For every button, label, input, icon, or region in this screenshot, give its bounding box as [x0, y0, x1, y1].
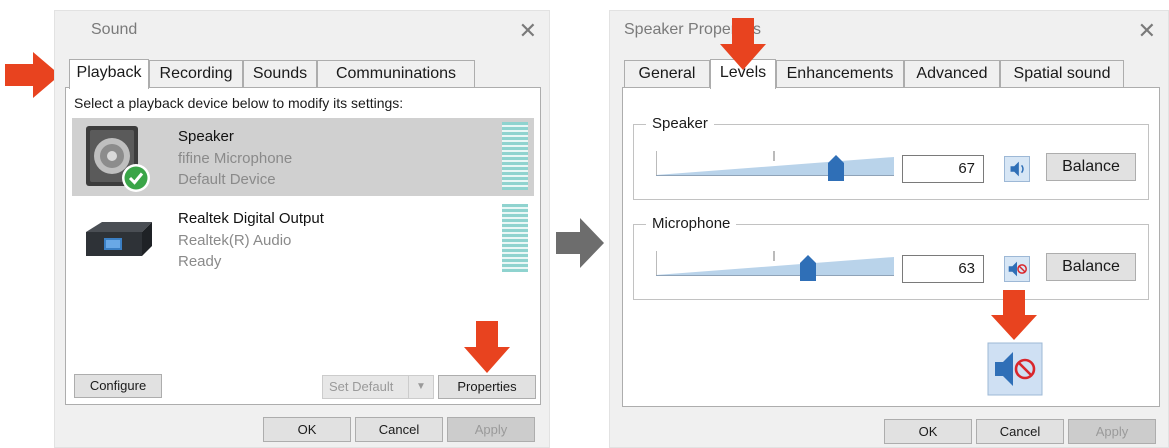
group-label: Speaker [646, 115, 714, 132]
apply-button[interactable]: Apply [447, 417, 535, 442]
device-status: Ready [178, 253, 222, 270]
device-row-digital-output[interactable]: Realtek Digital Output Realtek(R) Audio … [72, 200, 534, 278]
slider-thumb [800, 255, 816, 281]
red-arrow-icon [720, 18, 766, 70]
device-name: Realtek Digital Output [178, 210, 324, 227]
sound-dialog: Sound ✕ Playback Recording Sounds Commun… [54, 10, 550, 448]
device-line1: Realtek(R) Audio [178, 232, 292, 249]
red-arrow-icon [5, 52, 60, 98]
microphone-volume-slider[interactable] [656, 251, 894, 281]
close-icon[interactable]: ✕ [1138, 18, 1156, 44]
properties-button[interactable]: Properties [438, 375, 536, 399]
check-icon [122, 164, 150, 192]
cancel-button[interactable]: Cancel [976, 419, 1064, 444]
device-status: Default Device [178, 171, 276, 188]
microphone-balance-button[interactable]: Balance [1046, 253, 1136, 281]
microphone-level-group: Microphone 63 Balance [633, 215, 1149, 300]
apply-button[interactable]: Apply [1068, 419, 1156, 444]
chevron-down-icon[interactable]: ▼ [408, 376, 433, 398]
device-name: Speaker [178, 128, 234, 145]
tab-sounds[interactable]: Sounds [243, 60, 317, 87]
tab-spatial-sound[interactable]: Spatial sound [1000, 60, 1124, 87]
group-label: Microphone [646, 215, 737, 232]
tab-general[interactable]: General [624, 60, 710, 87]
slider-thumb [828, 155, 844, 181]
gray-arrow-icon [556, 218, 604, 268]
close-icon[interactable]: ✕ [519, 18, 537, 44]
level-meter [502, 122, 528, 190]
red-arrow-icon [991, 290, 1037, 340]
device-line1: fifine Microphone [178, 150, 293, 167]
tab-recording[interactable]: Recording [149, 60, 243, 87]
speaker-level-value[interactable]: 67 [902, 155, 984, 183]
speaker-unmuted-icon[interactable] [1004, 156, 1030, 182]
cancel-button[interactable]: Cancel [355, 417, 443, 442]
sound-titlebar: Sound ✕ [55, 11, 549, 51]
ok-button[interactable]: OK [884, 419, 972, 444]
level-meter [502, 204, 528, 272]
red-arrow-icon [464, 321, 510, 373]
tab-advanced[interactable]: Advanced [904, 60, 1000, 87]
set-default-label: Set Default [329, 379, 394, 394]
microphone-level-value[interactable]: 63 [902, 255, 984, 283]
device-row-speaker[interactable]: Speaker fifine Microphone Default Device [72, 118, 534, 196]
speaker-volume-slider[interactable] [656, 151, 894, 181]
tab-playback[interactable]: Playback [69, 59, 149, 89]
speaker-device-icon [86, 126, 150, 192]
set-default-button[interactable]: Set Default ▼ [322, 375, 434, 399]
instruction-text: Select a playback device below to modify… [74, 95, 404, 111]
properties-titlebar: Speaker Properties ✕ [610, 11, 1168, 51]
tab-communinations[interactable]: Communinations [317, 60, 475, 87]
levels-panel: Speaker 67 Balance Microphone 63 Balance [622, 87, 1160, 407]
speaker-balance-button[interactable]: Balance [1046, 153, 1136, 181]
window-title: Sound [91, 21, 138, 38]
digital-output-device-icon [86, 222, 152, 256]
speaker-level-group: Speaker 67 Balance [633, 115, 1149, 200]
speaker-properties-dialog: Speaker Properties ✕ General Levels Enha… [609, 10, 1169, 448]
ok-button[interactable]: OK [263, 417, 351, 442]
tab-enhancements[interactable]: Enhancements [776, 60, 904, 87]
configure-button[interactable]: Configure [74, 374, 162, 398]
speaker-mute-icon[interactable] [1004, 256, 1030, 282]
speaker-mute-icon [987, 342, 1043, 396]
